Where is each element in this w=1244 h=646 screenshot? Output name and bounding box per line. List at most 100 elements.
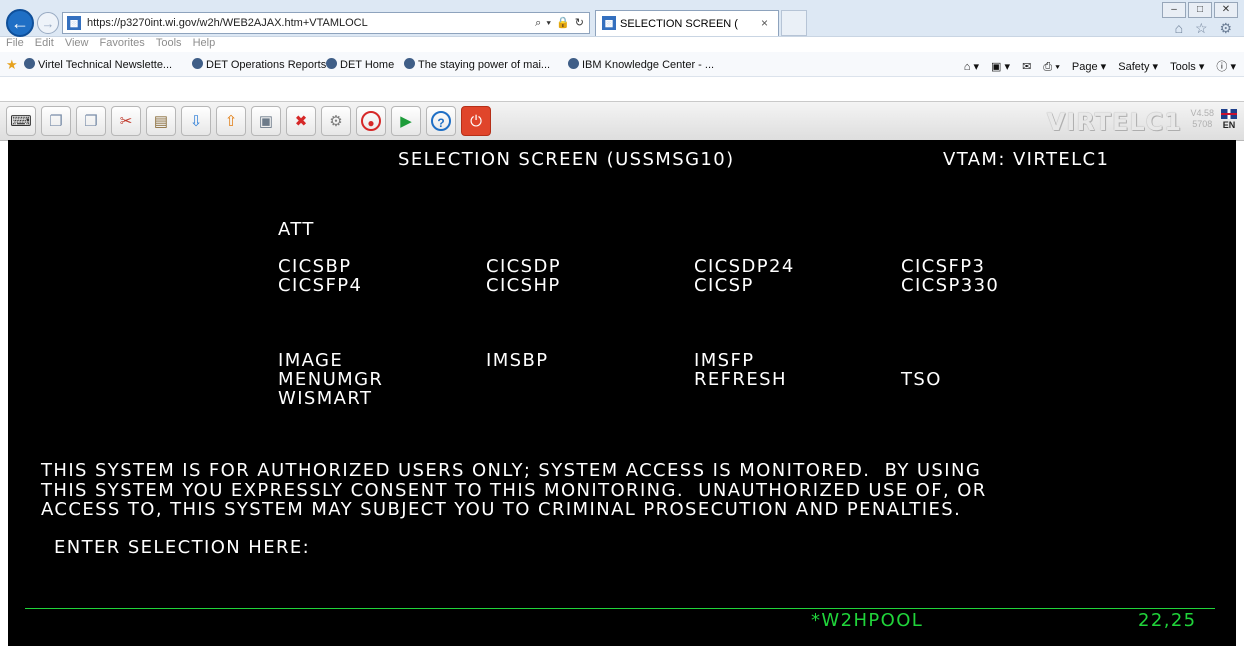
app-item-cicsp330[interactable]: CICSP330 bbox=[901, 275, 999, 296]
app-item-imsbp[interactable]: IMSBP bbox=[486, 350, 548, 371]
app-item-tso[interactable]: TSO bbox=[901, 369, 942, 390]
home-favorites-settings-icons[interactable]: ⌂ ☆ ⚙ bbox=[1175, 20, 1236, 37]
app-item-cicsp[interactable]: CICSP bbox=[694, 275, 754, 296]
maximize-button[interactable]: □ bbox=[1188, 2, 1212, 18]
play-button[interactable]: ▶ bbox=[391, 106, 421, 136]
paste-screen-button[interactable]: ❐ bbox=[76, 106, 106, 136]
close-window-button[interactable]: ✕ bbox=[1214, 2, 1238, 18]
clipboard-button[interactable]: ▤ bbox=[146, 106, 176, 136]
app-item-refresh[interactable]: REFRESH bbox=[694, 369, 787, 390]
selection-prompt: ENTER SELECTION HERE: bbox=[54, 537, 311, 558]
language-selector[interactable]: EN bbox=[1220, 109, 1238, 130]
print-screen-button[interactable]: ▣ bbox=[251, 106, 281, 136]
download-icon: ⇩ bbox=[189, 113, 203, 130]
status-pool: *W2HPOOL bbox=[811, 610, 924, 631]
site-icon: ▩ bbox=[67, 16, 81, 30]
power-button[interactable]: ⏻ bbox=[461, 106, 491, 136]
address-tools-icons[interactable]: ⌕ ▾ 🔒 ↻ bbox=[535, 16, 585, 30]
page-menu[interactable]: Page ▾ bbox=[1072, 61, 1106, 73]
language-code: EN bbox=[1222, 120, 1236, 130]
tab-title: SELECTION SCREEN ( bbox=[620, 18, 738, 30]
keyboard-button[interactable]: ⌨ bbox=[6, 106, 36, 136]
close-tab-icon[interactable]: × bbox=[761, 16, 768, 30]
app-item-cicsdp[interactable]: CICSDP bbox=[486, 256, 561, 277]
menu-favorites[interactable]: Favorites bbox=[100, 37, 145, 49]
app-item-att[interactable]: ATT bbox=[278, 219, 315, 240]
address-url[interactable]: https://p3270int.wi.gov/w2h/WEB2AJAX.htm… bbox=[87, 17, 368, 29]
warning-line-2: THIS SYSTEM YOU EXPRESSLY CONSENT TO THI… bbox=[41, 480, 987, 501]
minimize-button[interactable]: – bbox=[1162, 2, 1186, 18]
forward-button[interactable]: → bbox=[37, 12, 59, 34]
app-item-cicshp[interactable]: CICSHP bbox=[486, 275, 561, 296]
download-button[interactable]: ⇩ bbox=[181, 106, 211, 136]
menu-file[interactable]: File bbox=[6, 37, 24, 49]
address-bar[interactable]: ▩ https://p3270int.wi.gov/w2h/WEB2AJAX.h… bbox=[62, 12, 590, 34]
app-item-cicsdp24[interactable]: CICSDP24 bbox=[694, 256, 795, 277]
feeds-dropdown[interactable]: ▣ ▾ bbox=[991, 61, 1010, 73]
favorite-ibm-knowledge[interactable]: IBM Knowledge Center - ... bbox=[568, 58, 714, 71]
mail-icon[interactable]: ✉ bbox=[1022, 61, 1031, 73]
help-button[interactable]: ? bbox=[426, 106, 456, 136]
print-screen-icon: ▣ bbox=[258, 113, 274, 130]
favorite-virtel-newsletter[interactable]: Virtel Technical Newslette... bbox=[24, 58, 172, 71]
app-item-cicsfp4[interactable]: CICSFP4 bbox=[278, 275, 362, 296]
virtel-toolbar: ⌨ ❐ ❐ ✂ ▤ ⇩ ⇧ ▣ ✖ ⚙ ● ▶? ⏻ VIRTELC1 V4.58 5708 EN bbox=[0, 101, 1244, 141]
clipboard-icon: ▤ bbox=[153, 113, 169, 130]
upload-icon: ⇧ bbox=[224, 113, 238, 130]
keyboard-icon: ⌨ bbox=[10, 113, 32, 130]
tab-selection-screen[interactable]: ▩ SELECTION SCREEN ( × bbox=[595, 10, 779, 36]
favorite-det-home[interactable]: DET Home bbox=[326, 58, 394, 71]
menu-view[interactable]: View bbox=[65, 37, 89, 49]
record-icon: ● bbox=[361, 111, 381, 131]
menu-help[interactable]: Help bbox=[193, 37, 216, 49]
page-icon bbox=[24, 58, 35, 69]
favorite-staying-power[interactable]: The staying power of mai... bbox=[404, 58, 550, 71]
back-button[interactable]: ← bbox=[6, 9, 34, 37]
print-dropdown[interactable]: ⎙ ▾ bbox=[1043, 61, 1059, 73]
virtel-version: V4.58 5708 bbox=[1190, 108, 1214, 130]
settings-button[interactable]: ⚙ bbox=[321, 106, 351, 136]
tab-site-icon: ▩ bbox=[602, 16, 616, 30]
cut-icon: ✂ bbox=[119, 113, 133, 130]
safety-menu[interactable]: Safety ▾ bbox=[1118, 61, 1158, 73]
command-bar: ⌂ ▾ ▣ ▾ ✉ ⎙ ▾ Page ▾ Safety ▾ Tools ▾ ⓘ … bbox=[955, 58, 1236, 74]
app-item-cicsbp[interactable]: CICSBP bbox=[278, 256, 351, 277]
gcn-icon bbox=[404, 58, 415, 69]
app-item-wismart[interactable]: WISMART bbox=[278, 388, 372, 409]
play-icon: ▶ bbox=[400, 113, 412, 130]
tools-menu[interactable]: Tools ▾ bbox=[1170, 61, 1204, 73]
favorite-det-operations[interactable]: DET Operations Reports bbox=[192, 58, 326, 71]
warning-line-1: THIS SYSTEM IS FOR AUTHORIZED USERS ONLY… bbox=[41, 460, 982, 481]
warning-line-3: ACCESS TO, THIS SYSTEM MAY SUBJECT YOU T… bbox=[41, 499, 962, 520]
cut-button[interactable]: ✂ bbox=[111, 106, 141, 136]
screen-title: SELECTION SCREEN (USSMSG10) bbox=[398, 149, 735, 170]
browser-title-bar: ← → ▩ https://p3270int.wi.gov/w2h/WEB2AJ… bbox=[0, 0, 1244, 37]
copy-button[interactable]: ❐ bbox=[41, 106, 71, 136]
virtel-brand: VIRTELC1 bbox=[1046, 108, 1182, 136]
disconnect-button[interactable]: ✖ bbox=[286, 106, 316, 136]
upload-button[interactable]: ⇧ bbox=[216, 106, 246, 136]
version-number: V4.58 bbox=[1190, 108, 1214, 118]
menu-edit[interactable]: Edit bbox=[35, 37, 54, 49]
uk-flag-icon bbox=[1221, 109, 1237, 119]
status-line-divider bbox=[25, 608, 1215, 609]
app-item-cicsfp3[interactable]: CICSFP3 bbox=[901, 256, 985, 277]
build-number: 5708 bbox=[1192, 119, 1213, 129]
disconnect-icon: ✖ bbox=[294, 113, 308, 130]
home-dropdown[interactable]: ⌂ ▾ bbox=[964, 61, 979, 73]
record-button[interactable]: ● bbox=[356, 106, 386, 136]
cursor-position: 22,25 bbox=[1138, 610, 1197, 631]
app-item-imsfp[interactable]: IMSFP bbox=[694, 350, 754, 371]
menu-tools[interactable]: Tools bbox=[156, 37, 182, 49]
new-tab-button[interactable] bbox=[781, 10, 807, 36]
ibm-icon bbox=[568, 58, 579, 69]
window-controls: – □ ✕ bbox=[1162, 2, 1238, 18]
help-icon: ? bbox=[431, 111, 451, 131]
help-dropdown[interactable]: ⓘ ▾ bbox=[1216, 61, 1236, 73]
app-item-menumgr[interactable]: MENUMGR bbox=[278, 369, 383, 390]
globe-icon bbox=[192, 58, 203, 69]
terminal-screen[interactable]: SELECTION SCREEN (USSMSG10) VTAM: VIRTEL… bbox=[8, 140, 1236, 646]
menu-bar: File Edit View Favorites Tools Help bbox=[0, 37, 1244, 52]
app-item-image[interactable]: IMAGE bbox=[278, 350, 343, 371]
favorites-star-icon[interactable]: ★ bbox=[6, 57, 18, 73]
